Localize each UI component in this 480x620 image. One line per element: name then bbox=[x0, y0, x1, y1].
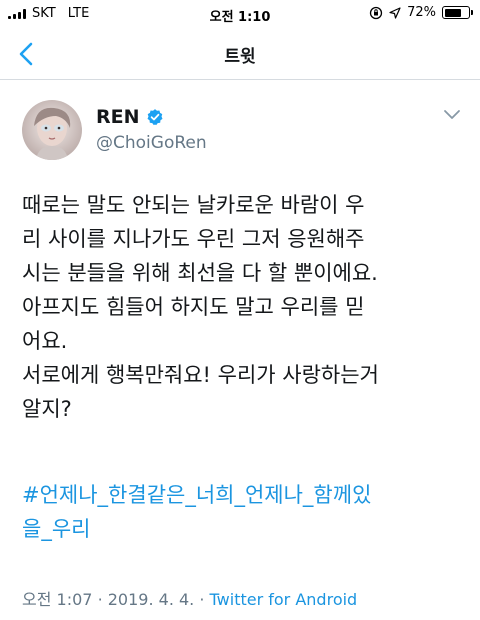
tweet-text-line: 어요. bbox=[22, 329, 68, 353]
battery-percent: 72% bbox=[407, 5, 436, 20]
hashtag-line[interactable]: #언제나_한결같은_너희_언제나_함께있 bbox=[22, 478, 468, 512]
tweet-text-line: 서로에게 행복만줘요! 우리가 사랑하는거 bbox=[22, 363, 379, 387]
user-name-row[interactable]: REN bbox=[96, 106, 164, 128]
tweet-text: 때로는 말도 안되는 날카로운 바람이 우 리 사이를 지나가도 우린 그저 응… bbox=[22, 188, 468, 426]
hashtag-link[interactable]: #언제나_한결같은_너희_언제나_함께있 을_우리 bbox=[22, 478, 468, 546]
tweet-text-line: 아프지도 힘들어 하지도 말고 우리를 믿 bbox=[22, 295, 365, 319]
avatar[interactable] bbox=[22, 100, 82, 160]
more-options-chevron-icon[interactable] bbox=[442, 108, 462, 122]
status-bar: SKT LTE 오전 1:10 72% bbox=[0, 0, 480, 28]
tweet-text-line: 알지? bbox=[22, 397, 72, 421]
display-name[interactable]: REN bbox=[96, 106, 140, 128]
battery-icon bbox=[442, 6, 473, 19]
tweet-meta: 오전 1:07 · 2019. 4. 4. · Twitter for Andr… bbox=[22, 586, 357, 610]
hashtag-line[interactable]: 을_우리 bbox=[22, 512, 468, 546]
user-handle[interactable]: @ChoiGoRen bbox=[96, 133, 207, 153]
tweet-date: 2019. 4. 4. bbox=[107, 590, 195, 609]
tweet-text-line: 시는 분들을 위해 최선을 다 할 뿐이에요. bbox=[22, 261, 378, 285]
status-right: 72% bbox=[369, 5, 473, 20]
tweet-time: 오전 1:07 bbox=[22, 590, 93, 609]
location-arrow-icon bbox=[389, 6, 401, 19]
tweet-source-link[interactable]: Twitter for Android bbox=[210, 590, 358, 609]
rotation-lock-icon bbox=[369, 6, 383, 19]
verified-badge-icon bbox=[147, 109, 163, 126]
meta-separator: · bbox=[199, 590, 205, 609]
meta-separator: · bbox=[97, 590, 103, 609]
tweet-text-line: 리 사이를 지나가도 우린 그저 응원해주 bbox=[22, 227, 365, 251]
page-title: 트윗 bbox=[224, 47, 256, 67]
nav-bar: 트윗 bbox=[0, 28, 480, 80]
tweet-text-line: 때로는 말도 안되는 날카로운 바람이 우 bbox=[22, 193, 365, 217]
avatar-image bbox=[22, 100, 82, 160]
battery-level bbox=[444, 8, 462, 17]
